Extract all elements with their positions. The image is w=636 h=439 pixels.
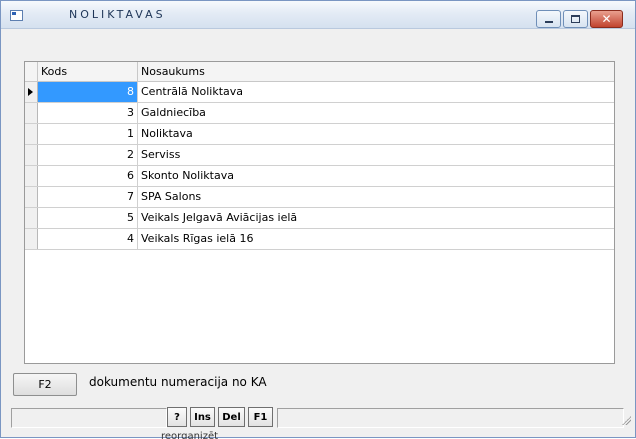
status-panel-left xyxy=(11,408,167,428)
cell-nosaukums[interactable]: SPA Salons xyxy=(138,187,614,207)
warehouse-grid[interactable]: Kods Nosaukums 8 Centrālā Noliktava 3 Ga… xyxy=(24,61,615,364)
table-row[interactable]: 7 SPA Salons xyxy=(25,187,614,208)
title-bar[interactable]: NOLIKTAVAS ✕ xyxy=(1,1,635,29)
table-row[interactable]: 5 Veikals Jelgavā Aviācijas ielā xyxy=(25,208,614,229)
delete-button[interactable]: Del xyxy=(218,407,245,427)
row-indicator[interactable] xyxy=(25,82,38,102)
cell-nosaukums[interactable]: Veikals Jelgavā Aviācijas ielā xyxy=(138,208,614,228)
table-row[interactable]: 3 Galdniecība xyxy=(25,103,614,124)
status-bar: ? Ins Del F1 xyxy=(1,407,635,437)
f1-button[interactable]: F1 xyxy=(248,407,273,427)
cell-kods[interactable]: 7 xyxy=(38,187,138,207)
table-row[interactable]: 8 Centrālā Noliktava xyxy=(25,82,614,103)
cell-nosaukums[interactable]: Galdniecība xyxy=(138,103,614,123)
column-header-kods[interactable]: Kods xyxy=(38,62,138,81)
resize-grip-icon[interactable] xyxy=(621,415,631,425)
cell-kods[interactable]: 5 xyxy=(38,208,138,228)
app-window-icon[interactable] xyxy=(10,10,23,21)
cell-nosaukums[interactable]: Centrālā Noliktava xyxy=(138,82,614,102)
help-button[interactable]: ? xyxy=(167,407,187,427)
row-indicator[interactable] xyxy=(25,208,38,228)
status-panel-right xyxy=(277,408,624,428)
cell-kods[interactable]: 8 xyxy=(38,82,138,102)
cell-kods[interactable]: 4 xyxy=(38,229,138,249)
noliktavas-window: NOLIKTAVAS ✕ Kods Nosaukums 8 Centrālā N… xyxy=(0,0,636,439)
close-button[interactable]: ✕ xyxy=(590,10,623,28)
minimize-button[interactable] xyxy=(536,10,561,28)
maximize-icon xyxy=(571,15,580,23)
table-row[interactable]: 2 Serviss xyxy=(25,145,614,166)
close-icon: ✕ xyxy=(601,12,612,26)
row-indicator[interactable] xyxy=(25,124,38,144)
f2-description: dokumentu numeracija no KA xyxy=(89,375,267,389)
clipped-status-text: reorganizēt indeksus xyxy=(161,431,219,439)
cell-nosaukums[interactable]: Serviss xyxy=(138,145,614,165)
table-row[interactable]: 1 Noliktava xyxy=(25,124,614,145)
table-row[interactable]: 4 Veikals Rīgas ielā 16 xyxy=(25,229,614,250)
window-title: NOLIKTAVAS xyxy=(69,8,166,21)
cell-nosaukums[interactable]: Veikals Rīgas ielā 16 xyxy=(138,229,614,249)
row-indicator[interactable] xyxy=(25,145,38,165)
cell-nosaukums[interactable]: Noliktava xyxy=(138,124,614,144)
table-row[interactable]: 6 Skonto Noliktava xyxy=(25,166,614,187)
insert-button[interactable]: Ins xyxy=(190,407,215,427)
cell-kods[interactable]: 6 xyxy=(38,166,138,186)
minimize-icon xyxy=(544,20,553,23)
header-indicator-cell xyxy=(25,62,38,81)
column-header-nosaukums[interactable]: Nosaukums xyxy=(138,62,614,81)
row-indicator[interactable] xyxy=(25,103,38,123)
row-indicator[interactable] xyxy=(25,166,38,186)
f2-button[interactable]: F2 xyxy=(13,373,77,396)
maximize-button[interactable] xyxy=(563,10,588,28)
cell-kods[interactable]: 2 xyxy=(38,145,138,165)
grid-header: Kods Nosaukums xyxy=(25,62,614,82)
cell-kods[interactable]: 3 xyxy=(38,103,138,123)
cell-kods[interactable]: 1 xyxy=(38,124,138,144)
row-indicator[interactable] xyxy=(25,229,38,249)
row-pointer-icon xyxy=(28,88,33,96)
row-indicator[interactable] xyxy=(25,187,38,207)
cell-nosaukums[interactable]: Skonto Noliktava xyxy=(138,166,614,186)
